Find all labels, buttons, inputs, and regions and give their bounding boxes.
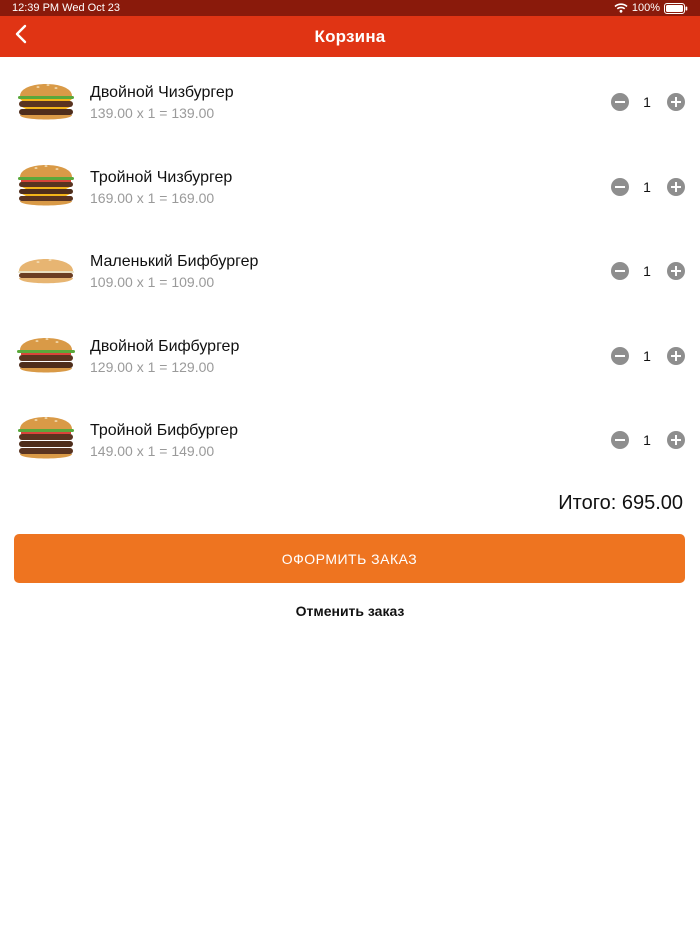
- quantity-value: 1: [643, 178, 651, 195]
- increase-quantity-button[interactable]: [667, 177, 685, 196]
- double-cheeseburger-image: [14, 74, 78, 126]
- status-date: Wed Oct 23: [62, 2, 121, 14]
- decrease-quantity-button[interactable]: [611, 177, 629, 196]
- chevron-left-icon: [15, 24, 27, 49]
- item-name: Тройной Чизбургер: [90, 168, 233, 186]
- checkout-button[interactable]: ОФОРМИТЬ ЗАКАЗ: [14, 534, 685, 583]
- increase-quantity-button[interactable]: [667, 93, 685, 111]
- cart-item: Маленький Бифбургер 109.00 x 1 = 109.00 …: [0, 229, 700, 314]
- decrease-quantity-button[interactable]: [611, 431, 629, 449]
- page-title: Корзина: [314, 27, 386, 46]
- quantity-value: 1: [643, 263, 651, 279]
- item-price-line: 139.00 x 1 = 139.00: [90, 105, 215, 121]
- battery-icon: [664, 2, 688, 14]
- battery-percent: 100%: [631, 2, 660, 14]
- decrease-quantity-button[interactable]: [611, 93, 629, 111]
- triple-beefburger-image: [14, 412, 78, 464]
- quantity-value: 1: [643, 347, 651, 364]
- cart-item: Двойной Чизбургер 139.00 x 1 = 139.00 1: [0, 60, 700, 145]
- cart-list: Двойной Чизбургер 139.00 x 1 = 139.00 1 …: [0, 60, 700, 483]
- navigation-bar: Корзина: [0, 16, 700, 57]
- status-time: 12:39 PM Wed Oct 23: [12, 2, 120, 14]
- cart-item: Двойной Бифбургер 129.00 x 1 = 129.00 1: [0, 314, 700, 399]
- decrease-quantity-button[interactable]: [611, 262, 629, 280]
- item-price-line: 169.00 x 1 = 169.00: [90, 189, 215, 206]
- cart-item: Тройной Чизбургер 169.00 x 1 = 169.00 1: [0, 145, 700, 230]
- decrease-quantity-button[interactable]: [611, 346, 629, 365]
- item-name: Двойной Чизбургер: [90, 84, 234, 101]
- item-name: Тройной Бифбургер: [90, 422, 238, 439]
- order-total: Итого: 695.00: [558, 492, 683, 514]
- status-clock: 12:39 PM: [12, 2, 60, 14]
- back-button[interactable]: [6, 16, 36, 57]
- increase-quantity-button[interactable]: [667, 262, 685, 280]
- status-bar: 12:39 PM Wed Oct 23 100%: [0, 0, 700, 16]
- status-indicators: 100%: [614, 2, 688, 14]
- small-beefburger-image: [14, 243, 78, 295]
- cart-item: Тройной Бифбургер 149.00 x 1 = 149.00 1: [0, 398, 700, 483]
- increase-quantity-button[interactable]: [667, 346, 685, 365]
- item-price-line: 149.00 x 1 = 149.00: [90, 443, 215, 459]
- item-name: Маленький Бифбургер: [90, 253, 259, 270]
- cancel-order-link[interactable]: Отменить заказ: [0, 603, 700, 619]
- double-beefburger-image: [14, 328, 78, 380]
- item-price-line: 129.00 x 1 = 129.00: [90, 358, 215, 375]
- quantity-value: 1: [643, 432, 651, 448]
- triple-cheeseburger-image: [14, 159, 78, 211]
- increase-quantity-button[interactable]: [667, 431, 685, 449]
- item-name: Двойной Бифбургер: [90, 337, 240, 355]
- wifi-icon: [614, 3, 628, 13]
- quantity-value: 1: [643, 94, 651, 110]
- item-price-line: 109.00 x 1 = 109.00: [90, 274, 215, 290]
